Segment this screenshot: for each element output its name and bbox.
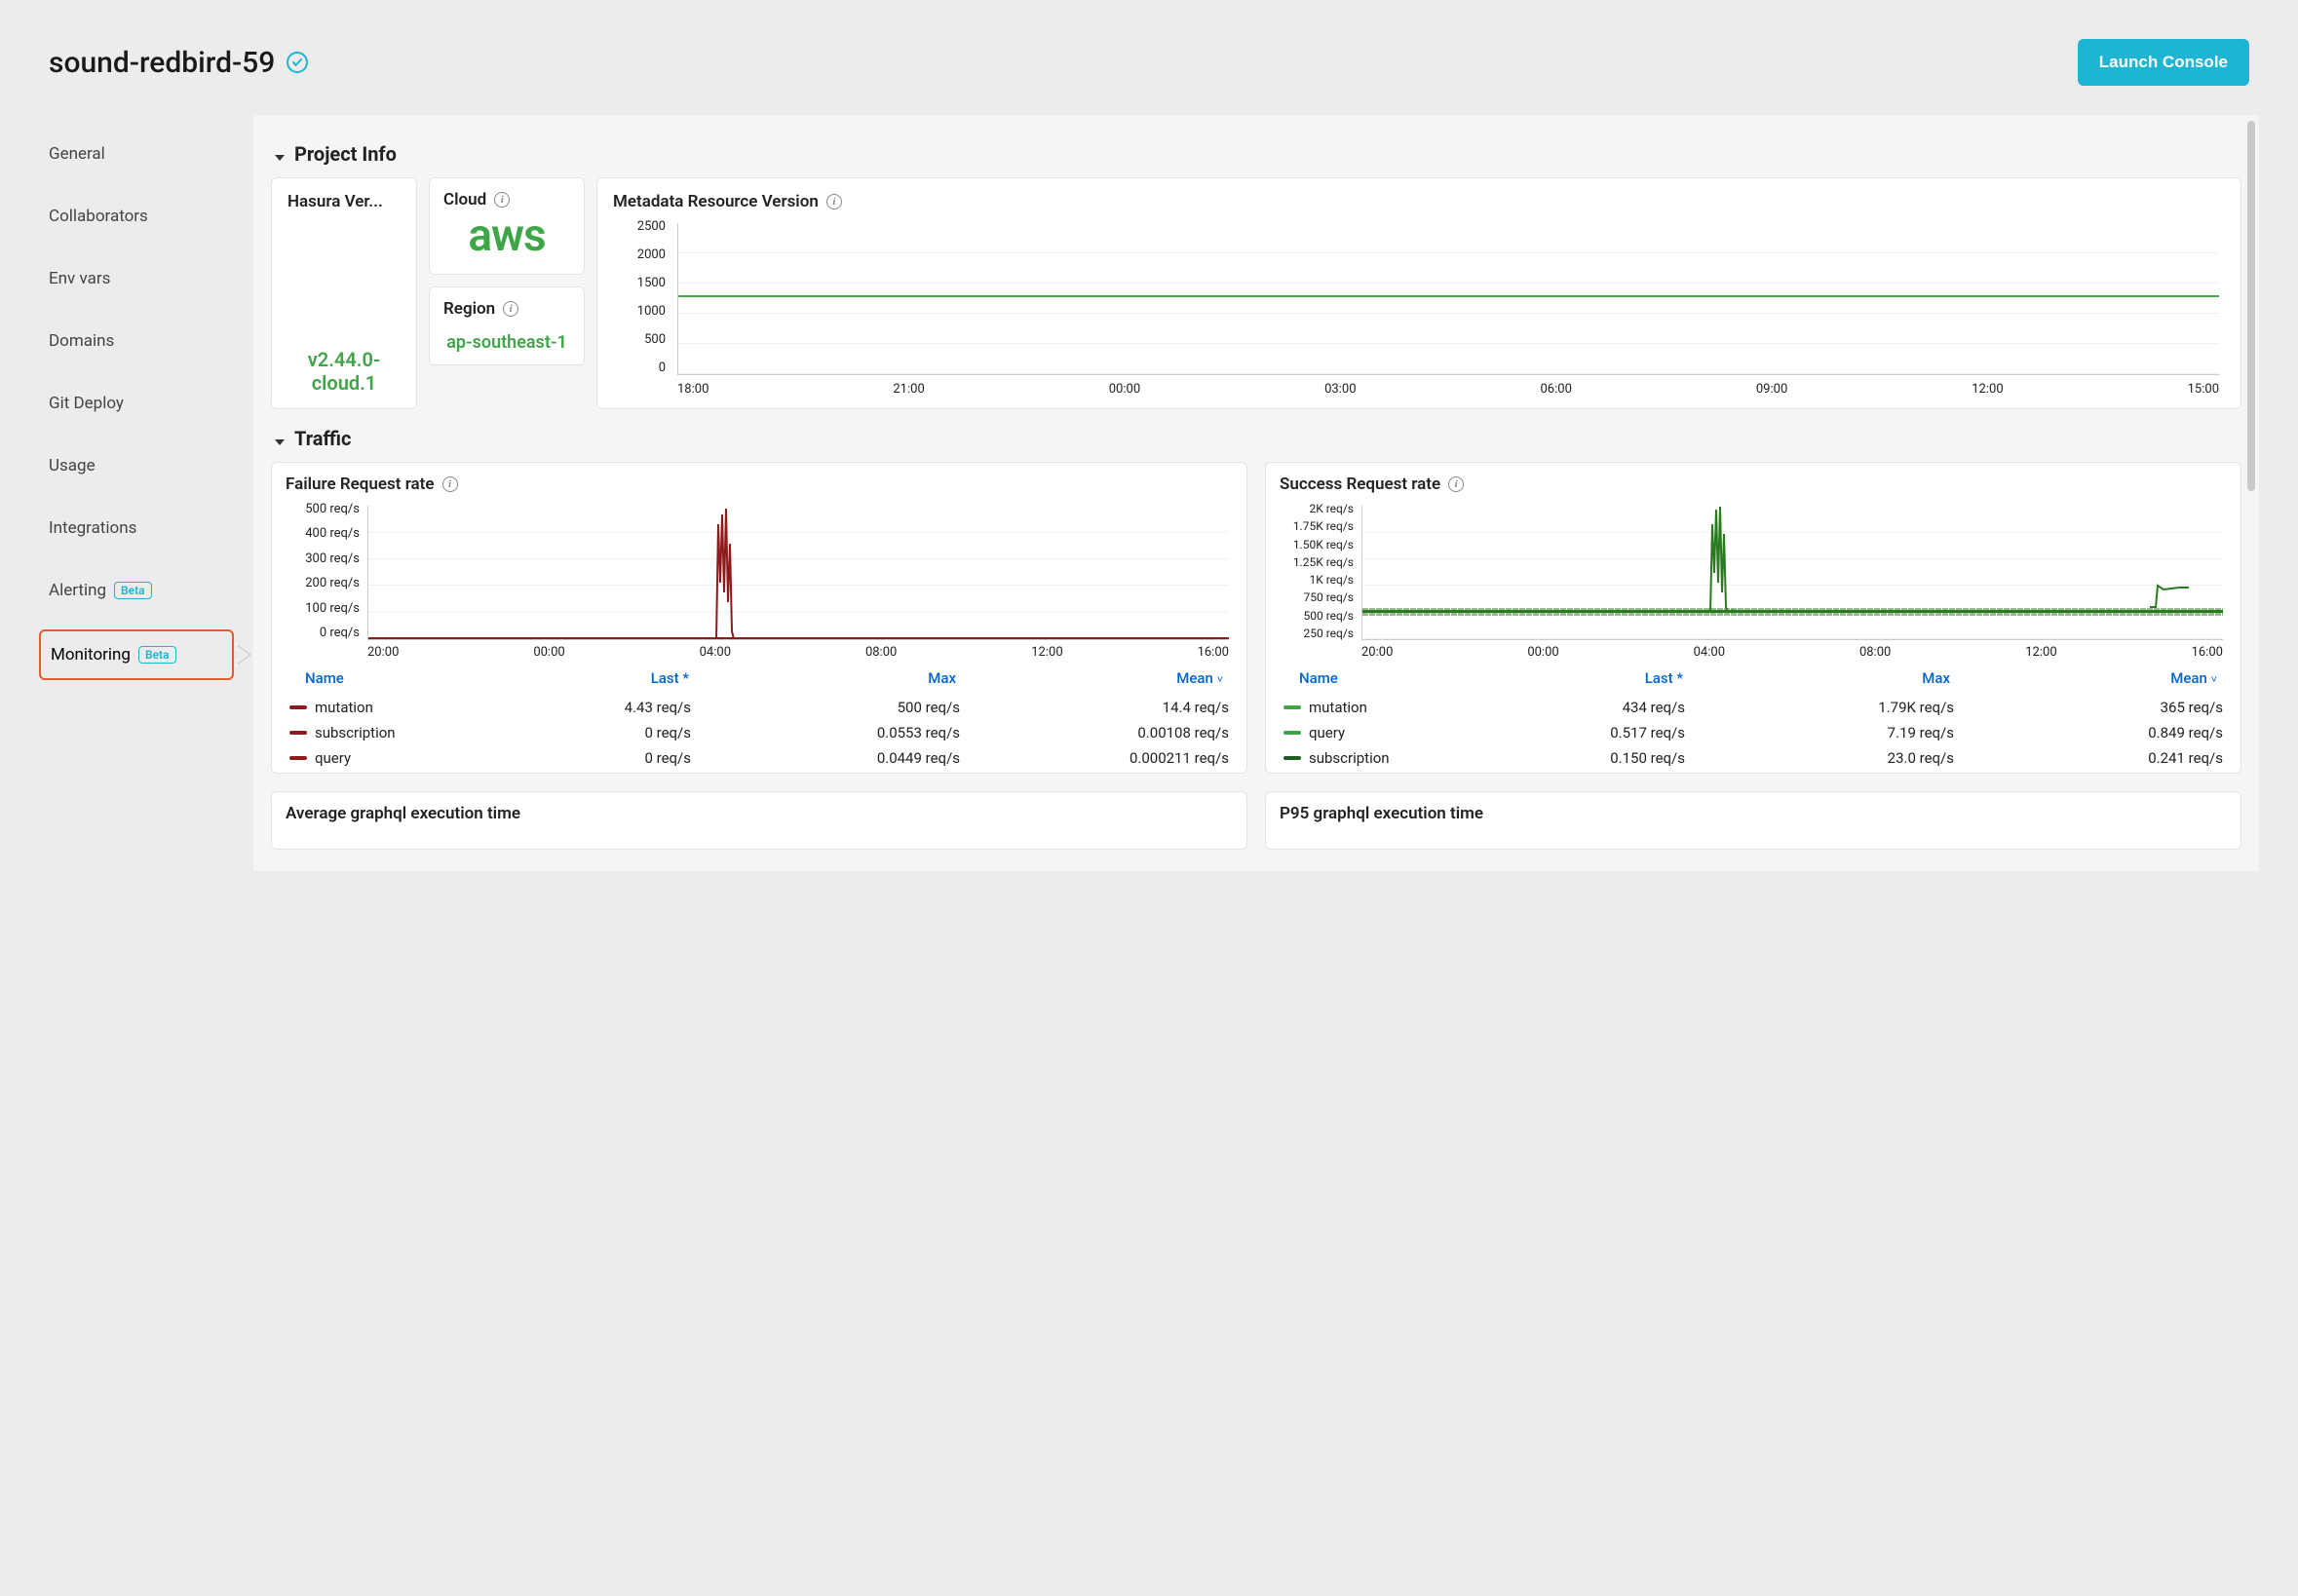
success-chart: 2K req/s 1.75K req/s 1.50K req/s 1.25K r… bbox=[1280, 502, 2227, 658]
card-title: Cloud bbox=[443, 190, 486, 209]
card-title: Failure Request rate bbox=[286, 475, 435, 494]
table-row: mutation 434 req/s 1.79K req/s 365 req/s bbox=[1280, 695, 2227, 720]
sidebar-item-alerting[interactable]: Alerting Beta bbox=[39, 567, 234, 614]
x-axis: 20:00 00:00 04:00 08:00 12:00 16:00 bbox=[1361, 645, 2223, 660]
cloud-card: Cloud aws bbox=[429, 177, 585, 275]
series-swatch bbox=[289, 756, 307, 760]
card-title: Success Request rate bbox=[1280, 475, 1440, 494]
series-line bbox=[678, 295, 2219, 297]
series-swatch bbox=[1283, 756, 1301, 760]
info-icon[interactable] bbox=[442, 476, 458, 492]
col-mean[interactable]: Mean ˅ bbox=[1950, 669, 2223, 687]
col-max[interactable]: Max bbox=[1683, 669, 1950, 687]
series-swatch bbox=[1283, 705, 1301, 709]
series-bump bbox=[2150, 580, 2189, 613]
verified-icon bbox=[287, 52, 308, 73]
card-title: Hasura Ver... bbox=[287, 192, 401, 211]
y-axis: 500 req/s 400 req/s 300 req/s 200 req/s … bbox=[286, 502, 364, 640]
y-axis: 2K req/s 1.75K req/s 1.50K req/s 1.25K r… bbox=[1280, 502, 1358, 640]
sidebar-item-integrations[interactable]: Integrations bbox=[39, 505, 234, 551]
info-icon[interactable] bbox=[826, 194, 842, 209]
sidebar-item-usage[interactable]: Usage bbox=[39, 442, 234, 489]
sidebar-item-env-vars[interactable]: Env vars bbox=[39, 255, 234, 302]
hasura-version-value: v2.44.0-cloud.1 bbox=[287, 348, 401, 395]
region-card: Region ap-southeast-1 bbox=[429, 286, 585, 365]
x-axis: 20:00 00:00 04:00 08:00 12:00 16:00 bbox=[367, 645, 1229, 660]
p95-exec-time-card: P95 graphql execution time bbox=[1265, 791, 2241, 850]
table-row: query 0 req/s 0.0449 req/s 0.000211 req/… bbox=[286, 745, 1233, 771]
hasura-version-card: Hasura Ver... v2.44.0-cloud.1 bbox=[271, 177, 417, 409]
y-axis: 2500 2000 1500 1000 500 0 bbox=[613, 219, 671, 375]
table-row: mutation 4.43 req/s 500 req/s 14.4 req/s bbox=[286, 695, 1233, 720]
series-noise bbox=[1362, 608, 2223, 616]
failure-chart: 500 req/s 400 req/s 300 req/s 200 req/s … bbox=[286, 502, 1233, 658]
chevron-down-icon bbox=[275, 427, 288, 450]
x-axis: 18:00 21:00 00:00 03:00 06:00 09:00 12:0… bbox=[677, 382, 2219, 397]
col-name[interactable]: Name bbox=[1299, 669, 1416, 687]
card-title: Region bbox=[443, 299, 495, 319]
info-icon[interactable] bbox=[503, 301, 518, 317]
series-swatch bbox=[289, 731, 307, 735]
section-project-info-header[interactable]: Project Info bbox=[275, 142, 2241, 166]
col-last[interactable]: Last bbox=[422, 669, 689, 687]
plot-area bbox=[1361, 506, 2223, 640]
table-row: query 0.517 req/s 7.19 req/s 0.849 req/s bbox=[1280, 720, 2227, 745]
col-last[interactable]: Last bbox=[1416, 669, 1683, 687]
plot-area bbox=[677, 223, 2219, 375]
header: sound-redbird-59 Launch Console bbox=[39, 39, 2259, 86]
sidebar-item-general[interactable]: General bbox=[39, 131, 234, 177]
card-title: Average graphql execution time bbox=[286, 804, 1233, 823]
table-header: Name Last Max Mean ˅ bbox=[1280, 658, 2227, 695]
table-body: mutation 4.43 req/s 500 req/s 14.4 req/s… bbox=[286, 695, 1233, 771]
beta-badge: Beta bbox=[138, 646, 176, 664]
metadata-version-card: Metadata Resource Version 2500 2000 1500… bbox=[596, 177, 2241, 409]
success-request-rate-card: Success Request rate 2K req/s 1.75K req/… bbox=[1265, 462, 2241, 774]
info-icon[interactable] bbox=[494, 192, 510, 208]
plot-area bbox=[367, 506, 1229, 640]
series-spike bbox=[1706, 505, 1734, 639]
cloud-value: aws bbox=[443, 209, 570, 262]
info-icon[interactable] bbox=[1448, 476, 1464, 492]
sidebar-item-domains[interactable]: Domains bbox=[39, 318, 234, 364]
sidebar: General Collaborators Env vars Domains G… bbox=[39, 115, 234, 871]
series-swatch bbox=[1283, 731, 1301, 735]
table-row: subscription 0.150 req/s 23.0 req/s 0.24… bbox=[1280, 745, 2227, 771]
col-mean[interactable]: Mean ˅ bbox=[956, 669, 1229, 687]
sidebar-item-collaborators[interactable]: Collaborators bbox=[39, 193, 234, 240]
table-row: subscription 0 req/s 0.0553 req/s 0.0010… bbox=[286, 720, 1233, 745]
avg-exec-time-card: Average graphql execution time bbox=[271, 791, 1247, 850]
sidebar-item-monitoring[interactable]: Monitoring Beta bbox=[39, 629, 234, 680]
table-body: mutation 434 req/s 1.79K req/s 365 req/s… bbox=[1280, 695, 2227, 771]
section-traffic-header[interactable]: Traffic bbox=[275, 427, 2241, 450]
card-title: P95 graphql execution time bbox=[1280, 804, 2227, 823]
series-swatch bbox=[289, 705, 307, 709]
col-max[interactable]: Max bbox=[689, 669, 956, 687]
sidebar-item-git-deploy[interactable]: Git Deploy bbox=[39, 380, 234, 427]
beta-badge: Beta bbox=[114, 582, 152, 599]
project-title: sound-redbird-59 bbox=[49, 46, 275, 80]
chevron-down-icon bbox=[275, 142, 288, 166]
main-content: Project Info Hasura Ver... v2.44.0-cloud… bbox=[253, 115, 2259, 871]
scrollbar[interactable] bbox=[2247, 121, 2255, 491]
metadata-chart: 2500 2000 1500 1000 500 0 18:00 21: bbox=[613, 219, 2225, 395]
region-value: ap-southeast-1 bbox=[443, 332, 570, 353]
col-name[interactable]: Name bbox=[305, 669, 422, 687]
launch-console-button[interactable]: Launch Console bbox=[2078, 39, 2249, 86]
failure-request-rate-card: Failure Request rate 500 req/s 400 req/s… bbox=[271, 462, 1247, 774]
series-baseline bbox=[368, 637, 1229, 639]
table-header: Name Last Max Mean ˅ bbox=[286, 658, 1233, 695]
card-title: Metadata Resource Version bbox=[613, 192, 819, 211]
series-spike bbox=[712, 505, 740, 639]
